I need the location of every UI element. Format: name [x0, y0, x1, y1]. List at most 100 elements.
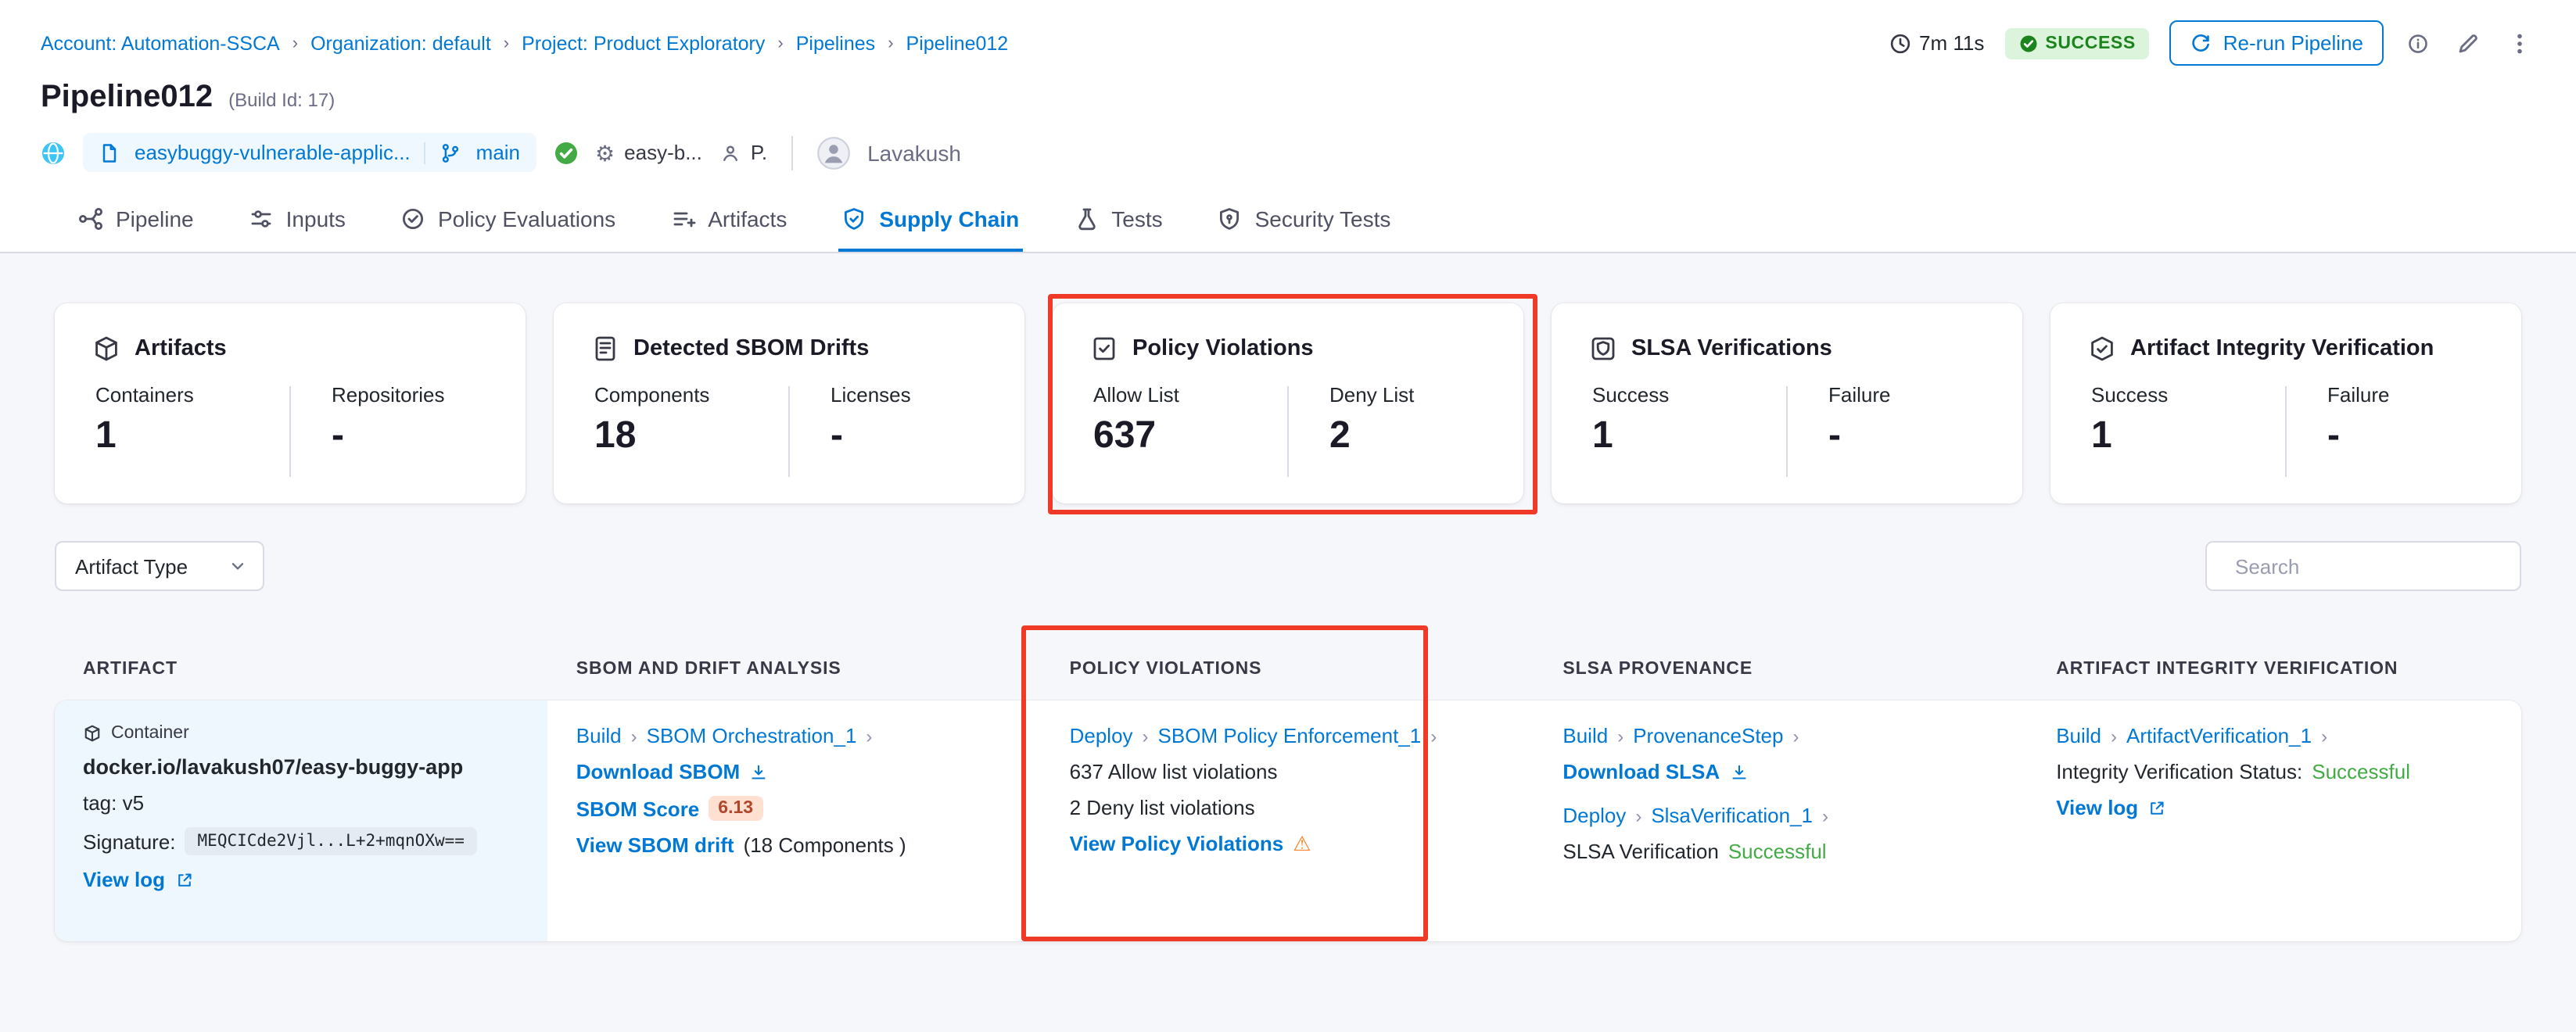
breadcrumb: Account: Automation-SSCA › Organization:…	[41, 32, 1008, 54]
shield-icon	[841, 206, 866, 231]
repo-branch-pill[interactable]: easybuggy-vulnerable-applic... main	[83, 133, 536, 172]
breadcrumb-pipelines[interactable]: Pipelines	[796, 32, 875, 54]
breadcrumb-project[interactable]: Project: Product Exploratory	[522, 32, 765, 54]
signature-value[interactable]: MEQCICde2Vjl...L+2+mqnOXw==	[185, 827, 477, 855]
search-input[interactable]	[2235, 554, 2510, 578]
trigger-icon	[41, 140, 66, 165]
download-slsa-link[interactable]: Download SLSA	[1562, 760, 2000, 783]
service-name: easy-b...	[624, 141, 702, 164]
card-title: Detected SBOM Drifts	[633, 336, 869, 361]
breadcrumb-pipeline012[interactable]: Pipeline012	[906, 32, 1009, 54]
edit-button[interactable]	[2452, 27, 2484, 59]
tab-artifacts[interactable]: Artifacts	[667, 192, 790, 252]
rerun-pipeline-button[interactable]: Re-run Pipeline	[2170, 20, 2384, 66]
th-policy-violations: POLICY VIOLATIONS	[1042, 660, 1535, 679]
service-item: ⚙ easy-b...	[595, 141, 702, 164]
external-link-icon	[2147, 798, 2166, 817]
chevron-separator: ›	[1822, 804, 1828, 826]
stat-label: Success	[2091, 383, 2285, 407]
view-sbom-drift-link[interactable]: View SBOM drift	[576, 833, 734, 857]
stat-licenses: Licenses -	[790, 383, 1024, 477]
card-policy-violations: Policy Violations Allow List 637 Deny Li…	[1053, 303, 1523, 503]
tab-pipeline[interactable]: Pipeline	[75, 192, 197, 252]
status-badge: SUCCESS	[2004, 27, 2149, 59]
integrity-stage-link[interactable]: Build	[2056, 724, 2101, 747]
warning-icon: ⚠	[1293, 833, 1311, 854]
slsa-shield-icon	[1589, 335, 1617, 363]
policy-check-icon	[1090, 335, 1118, 363]
tab-tests[interactable]: Tests	[1071, 192, 1165, 252]
tab-policy-evaluations[interactable]: Policy Evaluations	[397, 192, 619, 252]
repo-name: easybuggy-vulnerable-applic...	[135, 141, 411, 164]
more-options-button[interactable]	[2504, 27, 2535, 59]
tab-label: Supply Chain	[879, 206, 1019, 231]
sbom-score-link[interactable]: SBOM Score	[576, 797, 700, 820]
stat-label: Failure	[2327, 383, 2521, 407]
view-log-label: View log	[2056, 796, 2138, 819]
tab-label: Inputs	[286, 206, 346, 231]
info-button[interactable]	[2404, 29, 2432, 57]
stat-label: Deny List	[1329, 383, 1523, 407]
integrity-status-row: Integrity Verification Status: Successfu…	[2056, 760, 2493, 783]
git-branch-icon	[440, 142, 462, 163]
stat-value: -	[332, 414, 526, 458]
stat-label: Containers	[95, 383, 289, 407]
view-policy-violations-link[interactable]: View Policy Violations	[1070, 832, 1284, 855]
integrity-view-log-link[interactable]: View log	[2056, 796, 2493, 819]
rerun-pipeline-label: Re-run Pipeline	[2223, 31, 2363, 55]
chevron-separator: ›	[1617, 725, 1623, 747]
artifact-cell: Container docker.io/lavakush07/easy-bugg…	[55, 701, 548, 941]
summary-cards: Artifacts Containers 1 Repositories -	[55, 253, 2521, 503]
chevron-separator: ›	[1635, 804, 1641, 826]
pencil-icon	[2456, 30, 2481, 56]
refresh-icon	[2190, 32, 2212, 54]
tab-security-tests[interactable]: Security Tests	[1214, 192, 1394, 252]
card-sbom-drifts: Detected SBOM Drifts Components 18 Licen…	[554, 303, 1024, 503]
integrity-status-label: Integrity Verification Status:	[2056, 760, 2302, 783]
breadcrumb-separator: ›	[292, 33, 298, 53]
stat-value: 1	[95, 414, 289, 458]
signature-label: Signature:	[83, 830, 176, 853]
stat-allow-list: Allow List 637	[1053, 383, 1287, 477]
slsa-provenance-breadcrumb: Build › ProvenanceStep ›	[1562, 724, 2000, 747]
chevron-separator: ›	[1430, 725, 1437, 747]
slsa-stage1-link[interactable]: Build	[1562, 724, 1608, 747]
tab-inputs[interactable]: Inputs	[246, 192, 349, 252]
stat-label: Allow List	[1093, 383, 1287, 407]
flask-icon	[1074, 206, 1099, 231]
artifact-integrity-cell: Build › ArtifactVerification_1 › Integri…	[2028, 701, 2521, 941]
shield-lock-icon	[1218, 206, 1243, 231]
supply-chain-content: Artifacts Containers 1 Repositories -	[0, 253, 2576, 1032]
download-icon	[1729, 762, 1748, 781]
slsa-step2-link[interactable]: SlsaVerification_1	[1651, 804, 1813, 827]
artifact-type-select[interactable]: Artifact Type	[55, 541, 264, 591]
slsa-step1-link[interactable]: ProvenanceStep	[1633, 724, 1783, 747]
sbom-step-link[interactable]: SBOM Orchestration_1	[647, 724, 857, 747]
download-sbom-link[interactable]: Download SBOM	[576, 760, 1014, 783]
ci-success-icon	[553, 140, 578, 165]
policy-stage-link[interactable]: Deploy	[1070, 724, 1133, 747]
sbom-stage-link[interactable]: Build	[576, 724, 622, 747]
breadcrumb-account[interactable]: Account: Automation-SSCA	[41, 32, 280, 54]
container-icon	[83, 724, 102, 743]
stat-value: -	[831, 414, 1024, 458]
card-artifact-integrity: Artifact Integrity Verification Success …	[2050, 303, 2521, 503]
stat-deny-list: Deny List 2	[1289, 383, 1523, 477]
artifact-image-name: docker.io/lavakush07/easy-buggy-app	[83, 755, 520, 779]
card-title: Artifact Integrity Verification	[2130, 336, 2434, 361]
status-text: SUCCESS	[2045, 34, 2135, 52]
artifact-view-log-link[interactable]: View log	[83, 868, 520, 891]
kebab-menu-icon	[2507, 30, 2532, 56]
download-slsa-label: Download SLSA	[1562, 760, 1720, 783]
policy-step-link[interactable]: SBOM Policy Enforcement_1	[1158, 724, 1422, 747]
integrity-step-link[interactable]: ArtifactVerification_1	[2126, 724, 2312, 747]
tab-supply-chain[interactable]: Supply Chain	[838, 192, 1022, 252]
chevron-separator: ›	[631, 725, 637, 747]
policy-violations-cell: Deploy › SBOM Policy Enforcement_1 › 637…	[1042, 701, 1535, 941]
top-actions: 7m 11s SUCCESS Re-run Pipeline	[1889, 20, 2535, 66]
breadcrumb-organization[interactable]: Organization: default	[310, 32, 491, 54]
card-slsa-verifications: SLSA Verifications Success 1 Failure -	[1552, 303, 2022, 503]
stat-label: Components	[594, 383, 788, 407]
chevron-down-icon	[228, 557, 247, 575]
slsa-stage2-link[interactable]: Deploy	[1562, 804, 1626, 827]
